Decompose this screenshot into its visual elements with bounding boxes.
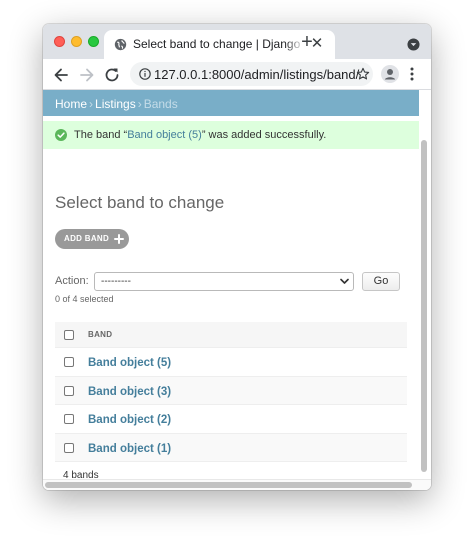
band-link[interactable]: Band object (1) [88, 442, 171, 456]
bookmark-star-icon[interactable] [356, 67, 370, 81]
row-checkbox[interactable] [64, 357, 74, 367]
action-select[interactable]: --------- [94, 272, 354, 291]
reload-icon[interactable] [102, 65, 122, 85]
column-header-band[interactable]: BAND [88, 330, 112, 340]
breadcrumb-separator: › [89, 97, 94, 111]
chevron-down-icon [340, 278, 349, 284]
horizontal-scrollbar[interactable] [45, 482, 412, 488]
horizontal-scrollbar-track [43, 479, 431, 490]
back-arrow-icon[interactable] [51, 65, 71, 85]
browser-toolbar: 127.0.0.1:8000/admin/listings/band/ [43, 59, 431, 90]
close-window-button[interactable] [54, 36, 65, 47]
band-link[interactable]: Band object (5) [88, 356, 171, 370]
profile-avatar-icon[interactable] [380, 64, 400, 84]
row-checkbox[interactable] [64, 414, 74, 424]
table-header: BAND [55, 322, 407, 348]
url-text[interactable]: 127.0.0.1:8000/admin/listings/band/ [154, 67, 359, 82]
page-title: Select band to change [55, 193, 225, 212]
check-circle-icon [55, 129, 67, 141]
add-band-label: ADD BAND [64, 234, 110, 243]
message-object-link[interactable]: Band object (5) [127, 129, 202, 141]
select-all-checkbox[interactable] [64, 330, 74, 340]
browser-tab-bar: Select band to change | Django site admi… [43, 24, 431, 59]
add-band-button[interactable]: ADD BAND [55, 229, 129, 249]
globe-icon [114, 38, 127, 51]
action-label: Action: [55, 275, 89, 287]
tab-title: Select band to change | Django site admi… [133, 37, 305, 51]
action-selected-option: --------- [101, 276, 131, 287]
results-table: BAND Band object (5) Band object (3) Ban… [55, 322, 407, 462]
table-row: Band object (1) [55, 433, 407, 462]
minimize-window-button[interactable] [71, 36, 82, 47]
tab-search-icon[interactable] [407, 38, 420, 51]
page-viewport: Home › Listings › Bands The band “Band objec… [43, 90, 431, 490]
breadcrumb-current: Bands [143, 97, 178, 111]
message-prefix: The band “ [74, 129, 128, 141]
address-bar[interactable]: 127.0.0.1:8000/admin/listings/band/ [130, 62, 373, 86]
table-row: Band object (2) [55, 405, 407, 434]
forward-arrow-icon[interactable] [77, 65, 97, 85]
breadcrumb-home-link[interactable]: Home [55, 97, 87, 111]
breadcrumb-listings-link[interactable]: Listings [95, 97, 136, 111]
go-button[interactable]: Go [362, 272, 400, 291]
message-suffix: ” was added successfully. [201, 129, 327, 141]
zoom-window-button[interactable] [88, 36, 99, 47]
band-link[interactable]: Band object (2) [88, 413, 171, 427]
selected-count: 0 of 4 selected [55, 294, 114, 304]
info-icon[interactable] [139, 68, 151, 80]
table-row: Band object (3) [55, 376, 407, 405]
vertical-scrollbar[interactable] [421, 140, 427, 472]
row-checkbox[interactable] [64, 442, 74, 453]
row-checkbox[interactable] [64, 385, 74, 396]
band-link[interactable]: Band object (3) [88, 385, 171, 399]
browser-window: Select band to change | Django site admi… [43, 24, 431, 490]
kebab-menu-icon[interactable] [409, 66, 415, 82]
breadcrumb-separator: › [137, 97, 142, 111]
plus-icon [114, 234, 124, 244]
success-message: The band “Band object (5)” was added suc… [43, 121, 419, 149]
new-tab-button[interactable]: + [298, 32, 316, 52]
table-row: Band object (5) [55, 348, 407, 377]
breadcrumb: Home › Listings › Bands [43, 90, 419, 116]
